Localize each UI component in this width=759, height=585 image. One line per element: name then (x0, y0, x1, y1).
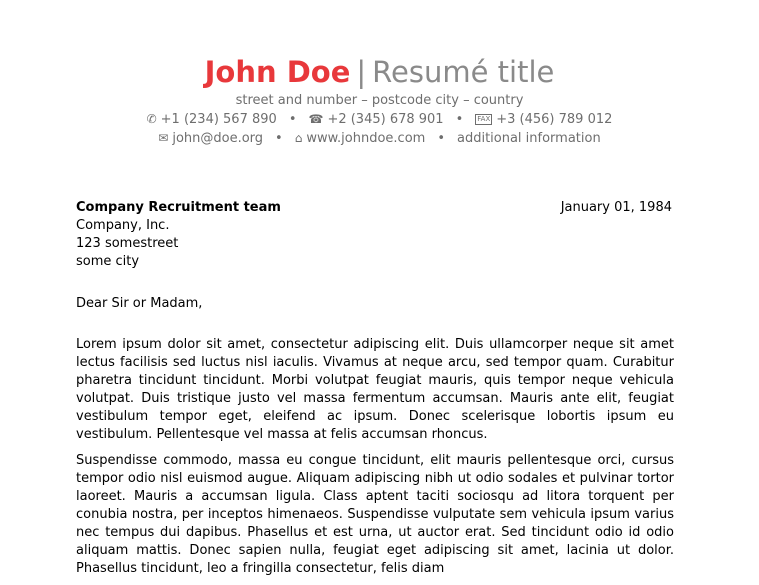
recipient-name: Company Recruitment team (76, 200, 281, 215)
letter-body: Lorem ipsum dolor sit amet, consectetur … (76, 336, 674, 585)
phone-line: ✆ +1 (234) 567 890 • ☎ +2 (345) 678 901 • FAX +… (0, 110, 759, 129)
separator-bullet: • (288, 112, 297, 127)
address: street and number – postcode city – coun… (235, 93, 524, 108)
name-title-line: John Doe | Resumé title (0, 52, 759, 92)
telephone-icon: ☎ (308, 112, 324, 126)
contact-line: ✉ john@doe.org • ⌂ www.johndoe.com • additiona… (0, 129, 759, 148)
recipient-city: some city (76, 254, 140, 269)
mobile-number: +1 (234) 567 890 (160, 112, 277, 127)
resume-title: Resumé title (372, 55, 555, 89)
cover-letter-page: John Doe | Resumé title street and number … (0, 0, 759, 576)
letter-date: January 01, 1984 (560, 200, 672, 215)
fax-icon: FAX (475, 114, 493, 125)
salutation: Dear Sir or Madam, (76, 296, 203, 311)
separator-bullet: • (455, 112, 464, 127)
body-paragraph: Suspendisse commodo, massa eu congue tin… (76, 452, 674, 577)
recipient-street: 123 somestreet (76, 236, 179, 251)
address-line: street and number – postcode city – coun… (0, 92, 759, 110)
title-separator: | (356, 55, 367, 89)
email-link[interactable]: john@doe.org (172, 131, 263, 146)
mobile-phone-icon: ✆ (146, 112, 157, 126)
extra-info: additional information (456, 131, 601, 146)
envelope-icon: ✉ (158, 131, 169, 145)
separator-bullet: • (275, 131, 283, 146)
applicant-name: John Doe (204, 55, 351, 89)
body-paragraph: Lorem ipsum dolor sit amet, consectetur … (76, 337, 674, 443)
letter-header: John Doe | Resumé title street and number … (0, 52, 759, 148)
recipient-company: Company, Inc. (76, 218, 170, 233)
fax-number: +3 (456) 789 012 (496, 112, 613, 127)
home-link-icon: ⌂ (294, 131, 303, 145)
separator-bullet: • (437, 131, 445, 146)
phone-number: +2 (345) 678 901 (327, 112, 444, 127)
recipient-block: Company Recruitment team Company, Inc. 1… (76, 199, 281, 271)
homepage-link[interactable]: www.johndoe.com (306, 131, 425, 146)
